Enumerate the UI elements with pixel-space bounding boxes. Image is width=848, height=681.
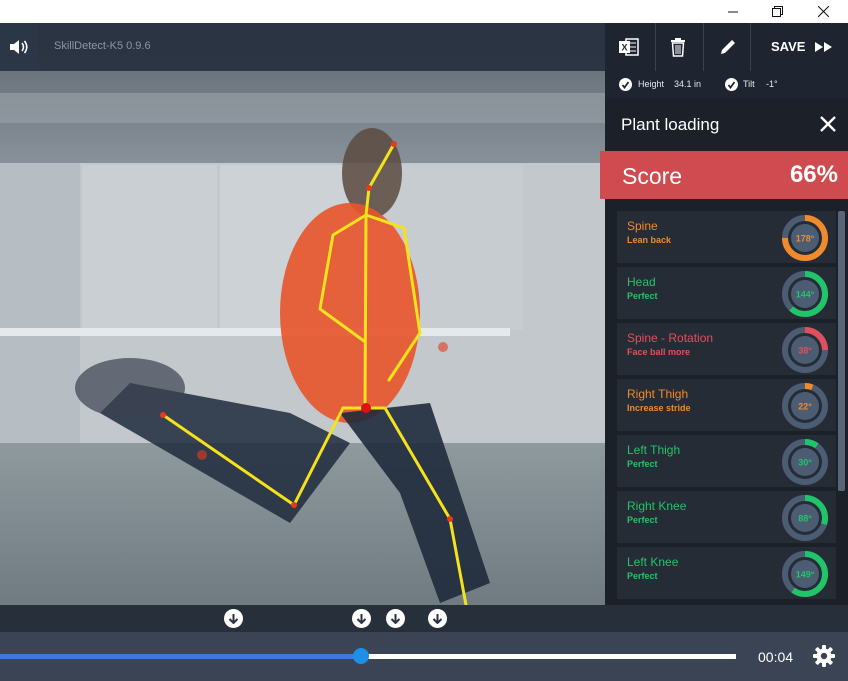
svg-text:X: X (621, 43, 627, 53)
metric-gauge: 30° (782, 439, 828, 485)
metric-name: Left Knee (627, 555, 679, 569)
metric-name: Spine - Rotation (627, 331, 714, 345)
metric-row[interactable]: Head Perfect 144° (617, 267, 836, 319)
metric-feedback: Lean back (627, 235, 672, 245)
toolbar-divider (655, 23, 656, 71)
panel-title: Plant loading (621, 115, 720, 134)
metric-feedback: Face ball more (627, 347, 691, 357)
metric-gauge: 22° (782, 383, 828, 429)
metric-feedback: Perfect (627, 515, 658, 525)
fast-forward-icon (815, 42, 832, 52)
window-titlebar (0, 0, 848, 23)
metric-value: 22° (798, 402, 812, 412)
excel-icon: X (619, 38, 639, 56)
close-panel-button[interactable] (817, 113, 839, 135)
toolbar-divider (703, 23, 704, 71)
metric-feedback: Perfect (627, 571, 658, 581)
delete-button[interactable] (662, 23, 694, 71)
metric-value: 178° (796, 234, 815, 244)
close-icon (817, 6, 829, 17)
playback-controls: 00:04 (0, 632, 848, 681)
metric-feedback: Perfect (627, 291, 658, 301)
metric-row[interactable]: Right Knee Perfect 88° (617, 491, 836, 543)
event-marker[interactable] (386, 609, 405, 628)
minimize-button[interactable] (710, 0, 756, 23)
save-label[interactable]: SAVE (771, 39, 805, 54)
metric-name: Right Knee (627, 499, 687, 513)
edit-button[interactable] (712, 23, 744, 71)
metric-name: Head (627, 275, 656, 289)
video-frame[interactable] (0, 23, 605, 605)
volume-icon (10, 40, 28, 54)
seek-progress (0, 654, 361, 659)
close-window-button[interactable] (800, 0, 846, 23)
metric-gauge: 38° (782, 327, 828, 373)
settings-button[interactable] (812, 644, 836, 668)
event-markers-bar (0, 605, 848, 632)
metric-row[interactable]: Left Knee Perfect 149° (617, 547, 836, 599)
panel-scroll-thumb[interactable] (838, 211, 845, 491)
metric-name: Right Thigh (627, 387, 689, 401)
video-scene (0, 23, 605, 605)
seek-thumb[interactable] (352, 648, 369, 664)
arrow-down-icon (228, 614, 239, 624)
pencil-icon (721, 40, 735, 54)
playback-time: 00:04 (758, 649, 794, 665)
tilt-label: Tilt (743, 79, 755, 89)
restore-icon (771, 6, 783, 17)
metric-gauge: 88° (782, 495, 828, 541)
metric-name: Spine (627, 219, 658, 233)
metric-gauge: 149° (782, 551, 828, 597)
close-icon (820, 116, 836, 132)
arrow-down-icon (356, 614, 367, 624)
restore-button[interactable] (754, 0, 800, 23)
save-button[interactable] (812, 23, 836, 71)
score-banner: Score 66% (600, 151, 848, 199)
metric-row[interactable]: Spine - Rotation Face ball more 38° (617, 323, 836, 375)
height-check-icon (619, 78, 632, 91)
metric-row[interactable]: Left Thigh Perfect 30° (617, 435, 836, 487)
gear-icon (813, 645, 835, 667)
calibration-bar: Height 34.1 in Tilt -1° (605, 71, 848, 99)
metric-feedback: Perfect (627, 459, 658, 469)
metric-value: 144° (796, 290, 815, 300)
metric-row[interactable]: Right Thigh Increase stride 22° (617, 379, 836, 431)
arrow-down-icon (432, 614, 443, 624)
app-title: SkillDetect-K5 0.9.6 (54, 40, 151, 52)
metric-value: 38° (798, 346, 812, 356)
metric-gauge: 178° (782, 215, 828, 261)
tilt-value: -1° (766, 79, 778, 89)
tilt-check-icon (725, 78, 738, 91)
event-marker[interactable] (428, 609, 447, 628)
arrow-down-icon (390, 614, 401, 624)
metric-gauge: 144° (782, 271, 828, 317)
score-value: 66% (789, 161, 838, 188)
metric-value: 88° (798, 514, 812, 524)
toolbar-divider (750, 23, 751, 71)
metric-row[interactable]: Spine Lean back 178° (617, 211, 836, 263)
metric-name: Left Thigh (627, 443, 681, 457)
height-label: Height (638, 79, 665, 89)
top-toolbar: SkillDetect-K5 0.9.6 X SAVE (0, 23, 848, 71)
event-marker[interactable] (352, 609, 371, 628)
volume-button[interactable] (0, 23, 38, 71)
app-window: SkillDetect-K5 0.9.6 X SAVE Height 34.1 … (0, 23, 848, 681)
trash-icon (671, 38, 685, 57)
metric-value: 30° (798, 458, 812, 468)
export-excel-button[interactable]: X (612, 23, 646, 71)
minimize-icon (728, 11, 738, 12)
score-label: Score (622, 163, 683, 189)
metric-feedback: Increase stride (627, 403, 691, 413)
metric-value: 149° (796, 570, 815, 580)
height-value: 34.1 in (674, 79, 702, 89)
event-marker[interactable] (224, 609, 243, 628)
